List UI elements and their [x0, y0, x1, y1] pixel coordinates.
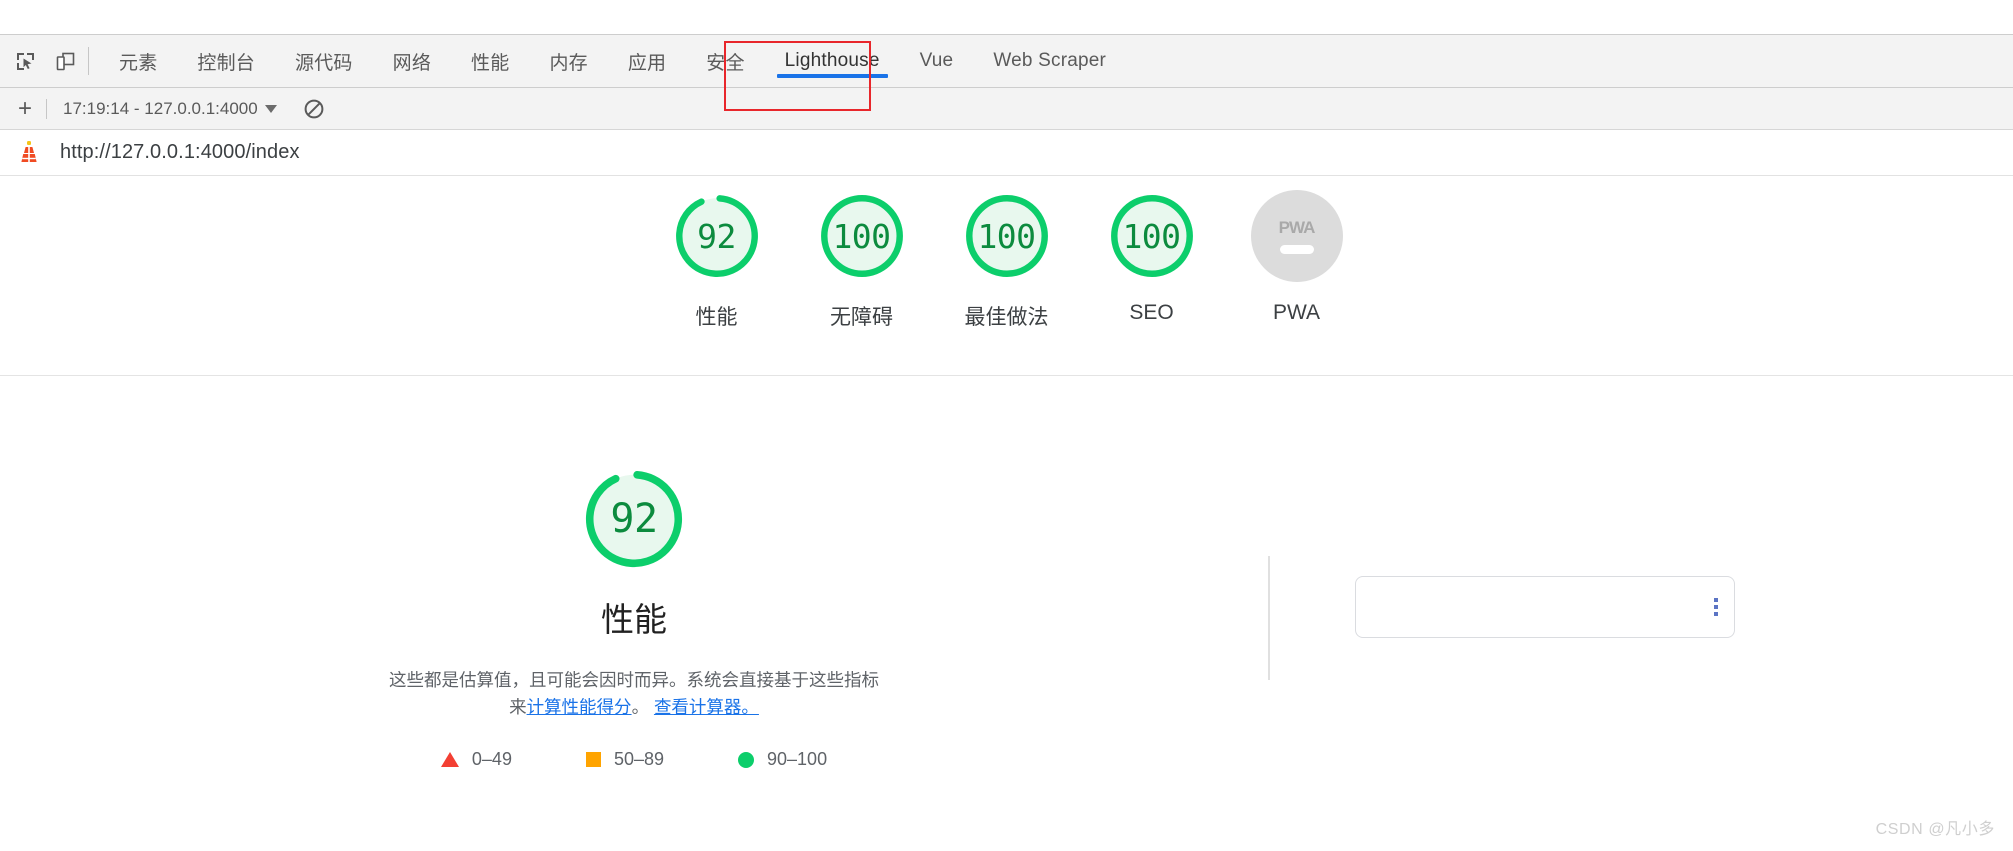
devtools-tab-bar: 元素 控制台 源代码 网络 性能 内存 应用 安全 Lighthouse Vue…: [0, 34, 2013, 88]
inspect-element-icon[interactable]: [8, 44, 42, 78]
score-item-performance[interactable]: 92 性能: [644, 190, 789, 331]
clear-all-icon[interactable]: [301, 96, 327, 122]
tab-vue[interactable]: Vue: [900, 35, 974, 87]
tab-network[interactable]: 网络: [373, 35, 451, 87]
gauge-best-practices: 100: [961, 190, 1053, 282]
devtools-tabs: 元素 控制台 源代码 网络 性能 内存 应用 安全 Lighthouse Vue…: [99, 35, 1126, 87]
pwa-badge-text: PWA: [1278, 218, 1316, 237]
gauge-seo: 100: [1106, 190, 1198, 282]
gauge-performance: 92: [671, 190, 763, 282]
score-item-seo[interactable]: 100 SEO: [1079, 190, 1224, 331]
add-report-icon[interactable]: +: [8, 94, 42, 124]
score-label-seo: SEO: [1129, 301, 1174, 324]
gauge-seo-value: 100: [1122, 216, 1181, 256]
lighthouse-toolbar: + 17:19:14 - 127.0.0.1:4000: [0, 88, 2013, 130]
lighthouse-toolbar-divider: [46, 98, 47, 119]
score-item-accessibility[interactable]: 100 无障碍: [789, 190, 934, 331]
gauge-performance-value: 92: [697, 216, 736, 256]
tab-performance[interactable]: 性能: [451, 35, 529, 87]
performance-title: 性能: [601, 601, 667, 638]
tab-application[interactable]: 应用: [608, 35, 686, 87]
gauge-accessibility-value: 100: [832, 216, 891, 256]
kebab-menu-icon[interactable]: [1708, 594, 1724, 620]
score-label-performance: 性能: [695, 306, 738, 329]
legend-item-average: 50–89: [585, 749, 665, 770]
calculate-score-link[interactable]: 计算性能得分: [527, 697, 632, 717]
pwa-badge-icon: PWA: [1250, 190, 1343, 282]
pwa-badge-dash: [1279, 245, 1314, 254]
toolbar-divider: [88, 47, 89, 75]
watermark: CSDN @凡小多: [1875, 821, 1995, 838]
panel-vertical-divider: [1268, 556, 1270, 680]
score-summary-row: 92 性能 100 无障碍 100 最佳做法 100 SEO PWA PWA: [0, 190, 2013, 331]
circle-icon: [738, 751, 755, 768]
performance-description-sep: 。: [631, 697, 654, 718]
legend-range-fail: 0–49: [471, 749, 512, 770]
tab-web-scraper[interactable]: Web Scraper: [973, 35, 1126, 87]
score-item-pwa[interactable]: PWA PWA: [1224, 190, 1369, 331]
gauge-accessibility: 100: [816, 190, 908, 282]
report-selector[interactable]: 17:19:14 - 127.0.0.1:4000: [57, 97, 283, 121]
legend-item-pass: 90–100: [738, 749, 827, 770]
score-label-best-practices: 最佳做法: [964, 306, 1049, 329]
report-url-bar: http://127.0.0.1:4000/index: [0, 130, 2013, 176]
tab-elements[interactable]: 元素: [99, 35, 177, 87]
tab-memory[interactable]: 内存: [529, 35, 607, 87]
kebab-dot: [1714, 605, 1718, 609]
tab-console[interactable]: 控制台: [177, 35, 275, 87]
performance-big-gauge-value: 92: [610, 496, 658, 542]
performance-big-gauge: 92: [580, 465, 688, 573]
tab-lighthouse[interactable]: Lighthouse: [764, 35, 900, 87]
tab-sources[interactable]: 源代码: [275, 35, 373, 87]
kebab-dot: [1714, 598, 1718, 602]
score-item-best-practices[interactable]: 100 最佳做法: [934, 190, 1079, 331]
chevron-down-icon: [264, 104, 277, 113]
gauge-best-practices-value: 100: [977, 216, 1036, 256]
performance-detail-panel: 92 性能 这些都是估算值，且可能会因时而异。系统会直接基于这些指标来计算性能得…: [0, 465, 1268, 770]
report-url: http://127.0.0.1:4000/index: [60, 141, 300, 163]
legend-item-fail: 0–49: [440, 749, 512, 770]
devtools-tool-icons: [0, 35, 82, 87]
report-selector-label: 17:19:14 - 127.0.0.1:4000: [63, 98, 258, 118]
tab-security[interactable]: 安全: [686, 35, 764, 87]
performance-description: 这些都是估算值，且可能会因时而异。系统会直接基于这些指标来计算性能得分。 查看计…: [384, 667, 884, 721]
lighthouse-logo-icon: [16, 139, 42, 167]
legend-range-pass: 90–100: [767, 749, 828, 770]
view-calculator-link[interactable]: 查看计算器。: [654, 697, 759, 717]
score-legend: 0–49 50–89 90–100: [440, 749, 827, 770]
kebab-dot: [1714, 612, 1718, 616]
device-toolbar-icon[interactable]: [48, 44, 82, 78]
metrics-filmstrip-box[interactable]: [1355, 576, 1735, 638]
square-icon: [585, 752, 601, 768]
legend-range-average: 50–89: [613, 749, 665, 770]
section-divider: [0, 375, 2013, 376]
score-label-pwa: PWA: [1272, 301, 1321, 324]
triangle-icon: [440, 752, 459, 768]
score-label-accessibility: 无障碍: [830, 306, 893, 329]
